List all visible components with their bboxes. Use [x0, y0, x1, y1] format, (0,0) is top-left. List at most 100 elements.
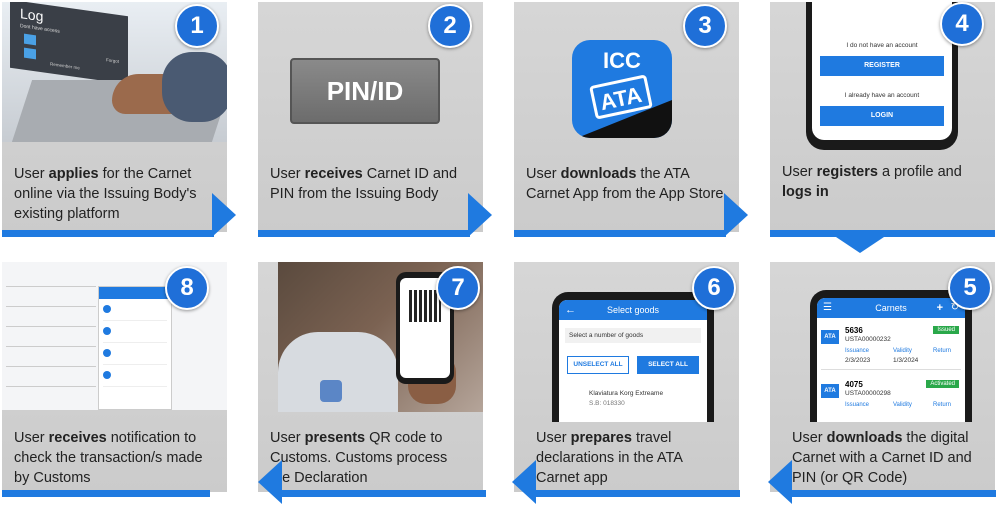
validity-label: Validity [893, 348, 912, 354]
carnet-item[interactable]: ATA 5636 USTA00000232 Issued Issuance Va… [821, 324, 961, 370]
step-5-phone: ☰ Carnets + ↻ ATA 5636 USTA00000232 Issu… [810, 290, 972, 422]
step-4-arrow-down [830, 233, 890, 253]
caption-action: receives [304, 166, 363, 182]
ata-logo-icon: ATA [821, 330, 839, 344]
validity-label: Validity [893, 402, 912, 408]
step-8-bar [2, 490, 210, 497]
pin-id-box: PIN/ID [290, 58, 440, 124]
ata-logo-icon: ATA [821, 384, 839, 398]
notification-item [103, 305, 167, 321]
remember-label: Remember me [50, 61, 80, 71]
notification-item [103, 371, 167, 387]
caption-text: User [536, 430, 571, 446]
carnets-title: Carnets [875, 303, 907, 313]
step-5-arrow-left [768, 460, 792, 504]
select-goods-appbar: ← Select goods [559, 300, 707, 320]
ata-app-icon: ICC ATA [572, 40, 672, 138]
step-3-arrow-right [724, 193, 748, 237]
caption-action: logs in [782, 184, 829, 200]
notification-item [103, 327, 167, 343]
sleeve-shape [162, 52, 227, 122]
step-6-screen: ← Select goods Select a number of goods … [559, 300, 707, 422]
return-label: Return [933, 402, 952, 408]
step-6-arrow-left [512, 460, 536, 504]
step-1-badge: 1 [175, 4, 219, 48]
caption-text: User [792, 430, 827, 446]
login-button[interactable]: LOGIN [820, 106, 944, 126]
step-4-screen: I do not have an account REGISTER I alre… [812, 2, 952, 140]
notification-appbar [99, 287, 171, 299]
step-2-arrow-right [468, 193, 492, 237]
register-button[interactable]: REGISTER [820, 56, 944, 76]
issuance-label: Issuance [845, 402, 870, 408]
caption-action: applies [48, 166, 99, 182]
step-2-bar [258, 230, 470, 237]
table-row [6, 366, 96, 367]
issuance-date: 2/3/2023 [845, 357, 871, 364]
select-goods-title: Select goods [606, 305, 660, 315]
step-6-badge: 6 [692, 266, 736, 310]
step-1-arrow-right [212, 193, 236, 237]
step-5-screen: ☰ Carnets + ↻ ATA 5636 USTA00000232 Issu… [817, 298, 965, 422]
forgot-link: Forgot [106, 57, 120, 65]
step-8-badge: 8 [165, 266, 209, 310]
step-4-caption: User registers a profile and logs in [782, 162, 982, 202]
table-row [6, 286, 96, 287]
caption-action: receives [48, 430, 107, 446]
carnet-code: USTA00000298 [845, 390, 891, 397]
laptop-screen: Log Dont have access Remember me Forgot [10, 2, 128, 85]
carnet-id: 5636 [845, 326, 863, 335]
caption-text: User [782, 164, 817, 180]
step-5-bar [792, 490, 996, 497]
add-icon[interactable]: + [937, 298, 943, 318]
step-4-badge: 4 [940, 2, 984, 46]
step-3-caption: User downloads the ATA Carnet App from t… [526, 164, 726, 204]
menu-icon[interactable]: ☰ [823, 298, 832, 318]
back-arrow-icon[interactable]: ← [565, 300, 576, 320]
goods-item-code: S.B: 018330 [589, 400, 625, 407]
caption-action: prepares [570, 430, 632, 446]
caption-action: downloads [560, 166, 637, 182]
step-2-caption: User receives Carnet ID and PIN from the… [270, 164, 470, 204]
step-7-arrow-left [258, 460, 282, 504]
step-3-bar [514, 230, 726, 237]
select-all-button[interactable]: SELECT ALL [637, 356, 699, 374]
step-5-badge: 5 [948, 266, 992, 310]
step-1-caption: User applies for the Carnet online via t… [14, 164, 214, 224]
caption-text: User [14, 430, 49, 446]
unselect-all-button[interactable]: UNSELECT ALL [567, 356, 629, 374]
issuance-label: Issuance [845, 348, 870, 354]
select-prompt: Select a number of goods [565, 328, 701, 343]
caption-action: registers [816, 164, 878, 180]
carnets-appbar: ☰ Carnets + ↻ [817, 298, 965, 318]
step-6-caption: User prepares travel declarations in the… [536, 428, 726, 488]
caption-text: a profile and [877, 164, 962, 180]
step-7-bar [282, 490, 486, 497]
app-icon-top-text: ICC [603, 48, 641, 73]
status-badge: Activated [926, 380, 959, 388]
step-7-caption: User presents QR code to Customs. Custom… [270, 428, 470, 488]
caption-text: User [270, 430, 305, 446]
step-6-bar [536, 490, 740, 497]
carnet-item[interactable]: ATA 4075 USTA00000298 Activated Issuance… [821, 378, 961, 422]
return-label: Return [933, 348, 952, 354]
officer-patch [320, 380, 342, 402]
user-icon [24, 33, 36, 46]
step-7-badge: 7 [436, 266, 480, 310]
validity-date: 1/3/2024 [893, 357, 919, 364]
caption-text: User [14, 166, 49, 182]
step-8-caption: User receives notification to check the … [14, 428, 219, 488]
carnet-code: USTA00000232 [845, 336, 891, 343]
table-row [6, 346, 96, 347]
table-row [6, 306, 96, 307]
caption-text: User [526, 166, 561, 182]
notification-item [103, 349, 167, 365]
table-row [6, 326, 96, 327]
no-account-text: I do not have an account [846, 42, 918, 49]
caption-action: presents [304, 430, 366, 446]
step-1-bar [2, 230, 214, 237]
goods-item-name: Klaviatura Korg Extreame [589, 390, 664, 397]
login-title: Log [20, 5, 44, 25]
table-row [6, 386, 96, 387]
step-4-phone: I do not have an account REGISTER I alre… [806, 2, 958, 150]
